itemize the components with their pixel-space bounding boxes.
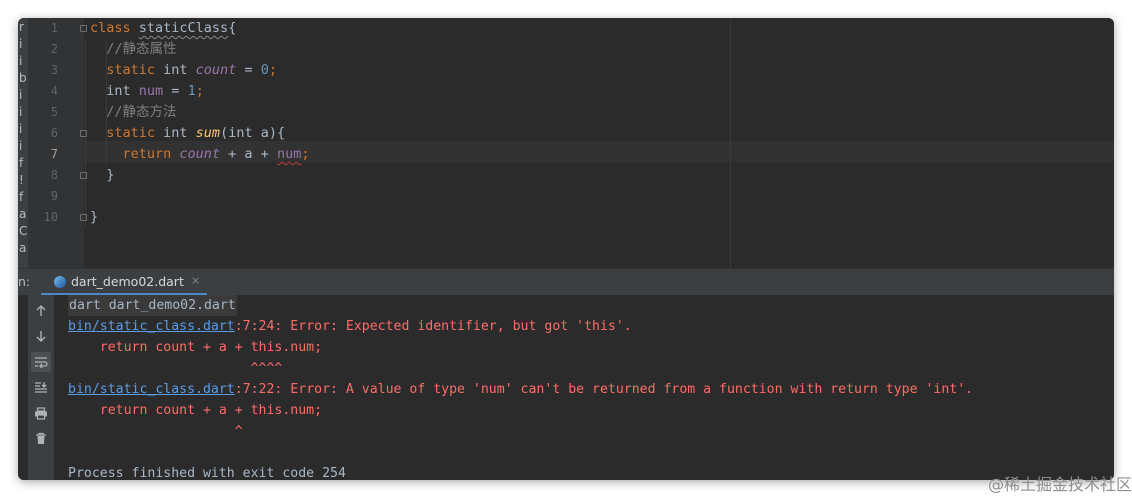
code-token: return: [90, 146, 180, 162]
code-token: sum: [195, 125, 221, 141]
console-error-line: bin/static_class.dart:7:22: Error: A val…: [68, 379, 973, 400]
code-token: int: [163, 125, 196, 141]
project-tree-glyph: i: [19, 105, 23, 119]
scroll-to-end-icon[interactable]: [31, 377, 51, 397]
soft-wrap-icon[interactable]: [31, 352, 51, 372]
line-number[interactable]: 9: [38, 186, 58, 207]
trash-icon[interactable]: [31, 428, 51, 448]
line-number-gutter: 1 2 3 4 5 6 7 8 9 10: [28, 18, 84, 268]
line-number[interactable]: 4: [38, 81, 58, 102]
project-tree-glyph: i: [19, 122, 23, 136]
project-panel-edge[interactable]: r i i b i i i i f! f a Ca: [18, 18, 28, 268]
code-line[interactable]: //静态属性: [90, 39, 177, 60]
line-number[interactable]: 10: [38, 207, 58, 228]
project-tree-glyph: f: [19, 190, 24, 204]
code-token: ;: [301, 146, 310, 162]
code-line[interactable]: int num = 1;: [90, 81, 204, 102]
project-tree-glyph: i: [19, 88, 23, 102]
code-token: + a +: [220, 146, 277, 162]
print-icon[interactable]: [31, 403, 51, 423]
line-number[interactable]: 8: [38, 165, 58, 186]
code-token: }: [90, 209, 99, 225]
line-number[interactable]: 7: [38, 144, 58, 165]
fold-marker[interactable]: [80, 130, 87, 137]
code-line[interactable]: }: [90, 207, 98, 228]
code-token: static: [90, 125, 164, 141]
console-code-line: return count + a + this.num;: [68, 340, 323, 355]
ide-window: r i i b i i i i f! f a Ca 1 2 3 4 5 6 7 8 9 10 class staticC…: [18, 18, 1114, 480]
code-token: 0: [260, 62, 269, 78]
run-console[interactable]: dart dart_demo02.dart bin/static_class.d…: [18, 295, 1114, 480]
run-tab-title: dart_demo02.dart: [71, 274, 184, 289]
code-token: staticClass: [138, 20, 229, 36]
code-token: count: [195, 62, 237, 78]
code-line[interactable]: static int sum(int a){: [90, 123, 285, 144]
line-number[interactable]: 2: [38, 39, 58, 60]
code-token: //静态方法: [90, 104, 177, 120]
project-tree-glyph: C: [19, 224, 28, 238]
code-line[interactable]: }: [90, 165, 114, 186]
code-token: ;: [195, 83, 204, 99]
code-token: class: [90, 20, 139, 36]
code-line[interactable]: return count + a + num;: [90, 144, 310, 165]
project-tree-glyph: i: [19, 139, 23, 153]
right-margin-line: [730, 18, 731, 268]
project-tree-glyph: a: [19, 241, 27, 255]
code-token: num: [138, 83, 164, 99]
run-tool-window-header: n: dart_demo02.dart ×: [18, 268, 1114, 296]
project-tree-glyph: b: [19, 71, 27, 85]
project-tree-glyph: f: [19, 156, 24, 170]
error-message: :7:22: Error: A value of type 'num' can'…: [234, 382, 974, 397]
arrow-up-icon[interactable]: [31, 301, 51, 321]
close-icon[interactable]: ×: [191, 274, 200, 287]
line-number[interactable]: 1: [38, 18, 58, 39]
project-tree-glyph: r: [19, 20, 24, 34]
error-message: :7:24: Error: Expected identifier, but g…: [234, 319, 632, 334]
code-line[interactable]: //静态方法: [90, 102, 177, 123]
console-exit-status: Process finished with exit code 254: [68, 466, 346, 480]
fold-marker[interactable]: [80, 214, 87, 221]
dart-file-icon: [54, 276, 66, 288]
code-token: //静态属性: [90, 41, 177, 57]
console-caret-line: ^^^^: [68, 361, 283, 376]
code-token: static: [90, 62, 164, 78]
code-token: num: [276, 146, 302, 162]
console-toolbar: [28, 295, 54, 480]
line-number[interactable]: 3: [38, 60, 58, 81]
code-token: }: [90, 167, 115, 183]
watermark: @稀土掘金技术社区: [987, 475, 1132, 494]
console-error-line: bin/static_class.dart:7:24: Error: Expec…: [68, 316, 632, 337]
project-tree-glyph: !: [19, 173, 24, 187]
code-token: =: [236, 62, 261, 78]
code-token: =: [163, 83, 188, 99]
fold-marker[interactable]: [80, 172, 87, 179]
arrow-down-icon[interactable]: [31, 326, 51, 346]
code-token: int: [90, 83, 139, 99]
console-code-line: return count + a + this.num;: [68, 403, 323, 418]
code-token: int: [163, 62, 196, 78]
code-line[interactable]: class staticClass{: [90, 18, 236, 39]
project-tree-glyph: i: [19, 54, 23, 68]
console-caret-line: ^: [68, 424, 243, 439]
error-file-link[interactable]: bin/static_class.dart: [68, 382, 235, 397]
project-tree-glyph: i: [19, 37, 23, 51]
code-editor[interactable]: r i i b i i i i f! f a Ca 1 2 3 4 5 6 7 8 9 10 class staticC…: [18, 18, 1114, 268]
project-tree-glyph: a: [19, 207, 27, 221]
code-line[interactable]: static int count = 0;: [90, 60, 277, 81]
line-number[interactable]: 5: [38, 102, 58, 123]
run-tab-dart-demo02[interactable]: dart_demo02.dart ×: [41, 269, 207, 296]
fold-marker[interactable]: [80, 25, 87, 32]
code-token: {: [228, 20, 237, 36]
code-token: ;: [268, 62, 277, 78]
run-label: n:: [18, 274, 31, 289]
line-number[interactable]: 6: [38, 123, 58, 144]
code-token: (int a){: [220, 125, 286, 141]
console-command: dart dart_demo02.dart: [68, 295, 237, 316]
code-token: count: [179, 146, 221, 162]
error-file-link[interactable]: bin/static_class.dart: [68, 319, 235, 334]
code-token: 1: [187, 83, 196, 99]
